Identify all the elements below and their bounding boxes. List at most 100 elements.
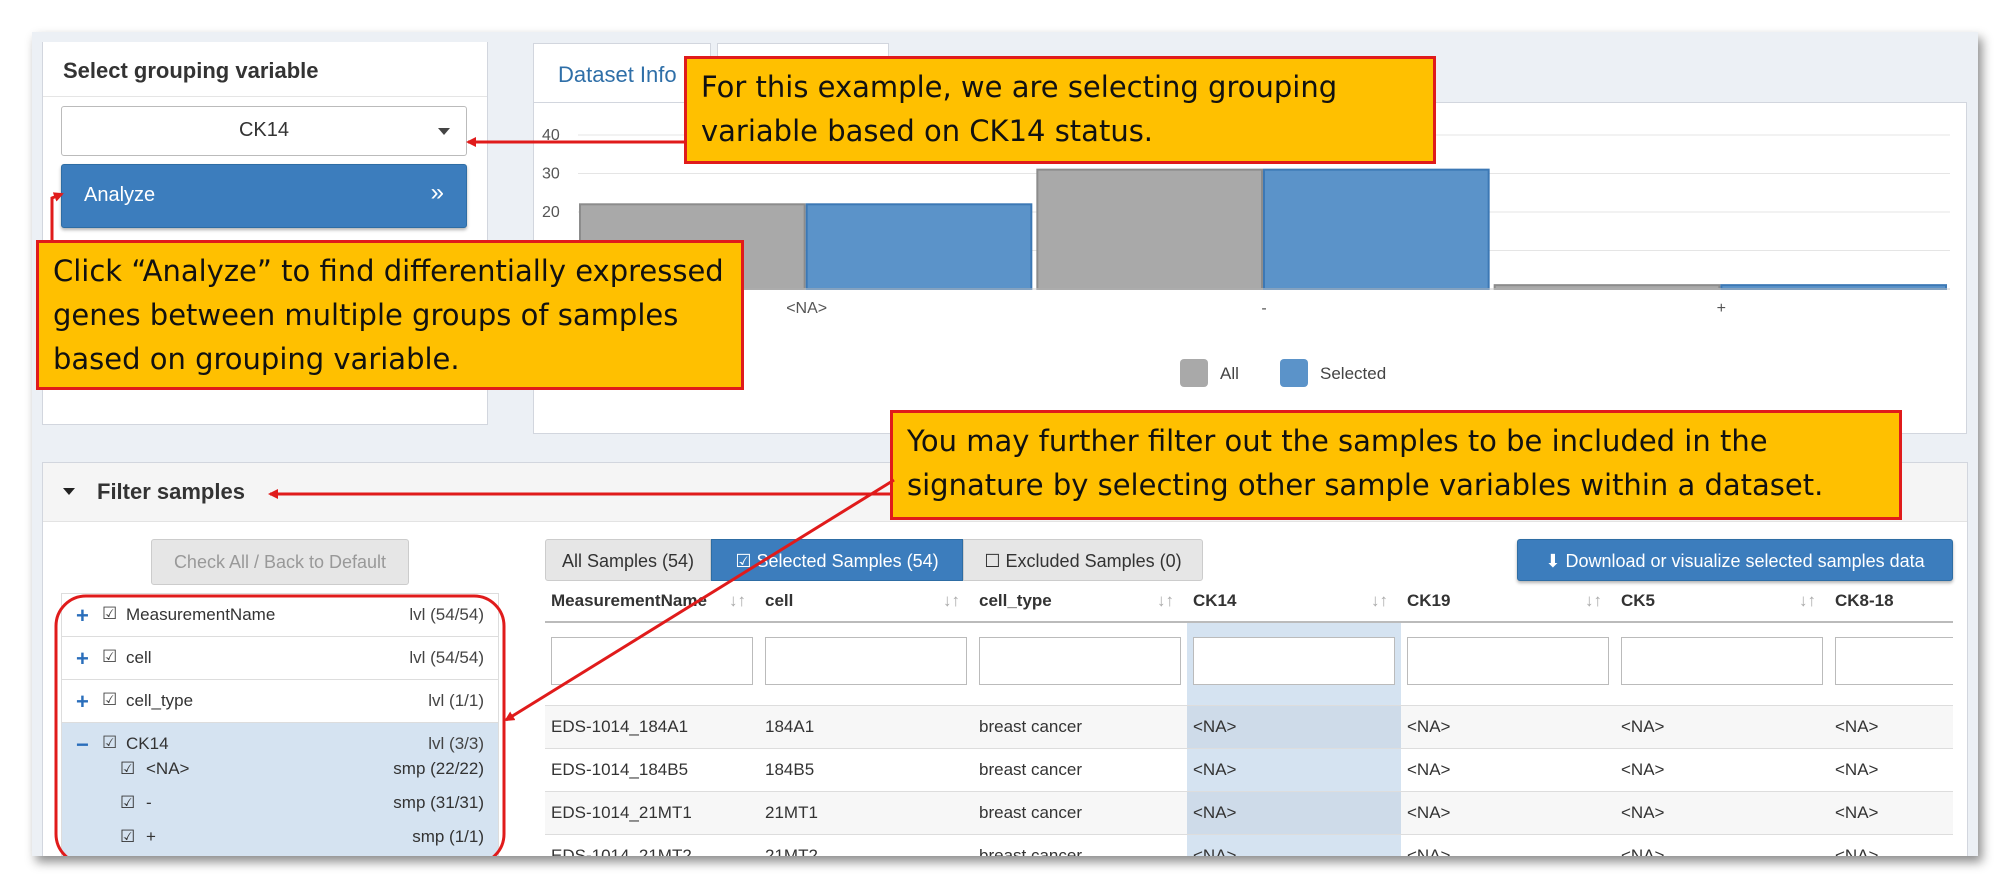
variable-count: lvl (3/3) (428, 734, 484, 753)
checkbox-checked-icon[interactable]: ☑ (120, 827, 135, 846)
table-cell: <NA> (1835, 803, 1879, 822)
table-row[interactable] (545, 834, 1953, 856)
checkbox-checked-icon[interactable]: ☑ (102, 690, 117, 710)
sort-icon[interactable]: ↓↑ (943, 591, 960, 611)
column-header[interactable]: MeasurementName (551, 591, 707, 611)
sort-icon[interactable]: ↓↑ (1799, 591, 1816, 611)
level-count: smp (1/1) (412, 827, 484, 846)
analyze-label: Analyze (84, 184, 156, 206)
grouping-select[interactable]: CK14 (61, 106, 467, 156)
column-filter-input[interactable] (1835, 637, 1953, 685)
checkbox-checked-icon[interactable]: ☑ (120, 759, 135, 778)
column-filter-input[interactable] (765, 637, 967, 685)
variable-name: CK14 (126, 734, 169, 753)
table-cell: <NA> (1621, 846, 1665, 856)
column-header[interactable]: cell_type (979, 591, 1052, 611)
table-cell: EDS-1014_21MT1 (551, 803, 692, 822)
table-cell: EDS-1014_184B5 (551, 760, 689, 779)
grouping-title: Select grouping variable (63, 58, 319, 83)
column-filter-input[interactable] (979, 637, 1181, 685)
checkbox-checked-icon[interactable]: ☑ (120, 793, 135, 812)
bar-selected-1 (1263, 168, 1490, 290)
tab-all-samples-label: All Samples (54) (561, 551, 695, 571)
check-all-button[interactable]: Check All / Back to Default (151, 539, 409, 585)
level-count: smp (22/22) (393, 759, 484, 778)
table-cell: 184B5 (765, 760, 815, 779)
table-cell: breast cancer (979, 846, 1082, 856)
tree-row-cell[interactable]: + ☑ cell lvl (54/54) (62, 637, 498, 680)
table-cell: <NA> (1835, 717, 1879, 736)
table-cell: <NA> (1621, 803, 1665, 822)
expand-icon[interactable]: + (76, 689, 89, 715)
table-cell: breast cancer (979, 760, 1082, 779)
variable-name: MeasurementName (126, 605, 276, 624)
column-header[interactable]: CK8-18 (1835, 591, 1894, 611)
tab-all-samples[interactable]: All Samples (54) (545, 539, 711, 581)
sort-icon[interactable]: ↓↑ (1371, 591, 1388, 611)
bar-selected-2 (1720, 284, 1948, 290)
column-header[interactable]: CK14 (1193, 591, 1236, 611)
analyze-button[interactable]: Analyze » (61, 164, 467, 228)
tab-selected-samples-label: ☑ Selected Samples (54) (735, 551, 939, 571)
checkbox-checked-icon[interactable]: ☑ (102, 733, 117, 753)
column-filter-input[interactable] (1621, 637, 1823, 685)
x-tick-label: <NA> (786, 300, 827, 317)
table-cell: <NA> (1621, 717, 1665, 736)
table-cell: breast cancer (979, 803, 1082, 822)
download-button[interactable]: ⬇ Download or visualize selected samples… (1517, 539, 1953, 581)
table-cell: <NA> (1835, 760, 1879, 779)
column-header[interactable]: CK5 (1621, 591, 1655, 611)
table-cell: <NA> (1621, 760, 1665, 779)
table-cell: <NA> (1407, 717, 1451, 736)
checkbox-checked-icon[interactable]: ☑ (102, 647, 117, 667)
table-row[interactable] (545, 791, 1953, 835)
column-header[interactable]: cell (765, 591, 793, 611)
sort-icon[interactable]: ↓↑ (729, 591, 746, 611)
table-row[interactable] (545, 705, 1953, 749)
table-cell: EDS-1014_184A1 (551, 717, 689, 736)
checkbox-checked-icon[interactable]: ☑ (102, 604, 117, 624)
level-row-plus[interactable]: ☑ + smp (1/1) (120, 827, 484, 847)
table-row[interactable] (545, 748, 1953, 792)
level-row-minus[interactable]: ☑ - smp (31/31) (120, 793, 484, 813)
level-name: + (145, 827, 156, 846)
tree-row-measurementname[interactable]: + ☑ MeasurementName lvl (54/54) (62, 594, 498, 637)
variable-name: cell (126, 648, 152, 667)
sort-icon[interactable]: ↓↑ (1157, 591, 1174, 611)
column-filter-input[interactable] (1193, 637, 1395, 685)
tab-excluded-samples-label: ☐ Excluded Samples (0) (984, 551, 1182, 571)
table-cell: breast cancer (979, 717, 1082, 736)
app-window: Select grouping variable CK14 Analyze » … (32, 32, 1978, 856)
table-cell: <NA> (1193, 803, 1237, 822)
column-filter-input[interactable] (1407, 637, 1609, 685)
column-filter-input[interactable] (551, 637, 753, 685)
legend-label-all: All (1220, 364, 1239, 383)
sort-icon[interactable]: ↓↑ (1585, 591, 1602, 611)
samples-table: MeasurementName ↓↑ cell ↓↑ cell_type ↓↑ CK14 ↓↑… (545, 581, 1953, 856)
level-count: smp (31/31) (393, 793, 484, 812)
check-all-label: Check All / Back to Default (173, 552, 387, 572)
expand-icon[interactable]: + (76, 603, 89, 629)
tab-dataset-info: Dataset Info (558, 62, 677, 87)
table-cell: <NA> (1835, 846, 1879, 856)
table-cell: 21MT1 (765, 803, 818, 822)
download-label: ⬇ Download or visualize selected samples… (1545, 551, 1925, 571)
x-tick-label: - (1261, 300, 1266, 317)
variable-name: cell_type (126, 691, 194, 710)
level-row-na[interactable]: ☑ <NA> smp (22/22) (120, 759, 484, 779)
bar-all-1 (1036, 168, 1264, 290)
tree-row-cell-type[interactable]: + ☑ cell_type lvl (1/1) (62, 680, 498, 723)
table-cell: <NA> (1407, 846, 1451, 856)
legend-swatch-selected (1280, 359, 1308, 387)
expand-icon[interactable]: + (76, 646, 89, 672)
divider (43, 96, 487, 97)
column-header[interactable]: CK19 (1407, 591, 1450, 611)
legend-label-selected: Selected (1320, 364, 1386, 383)
x-tick-label: + (1717, 300, 1726, 317)
collapse-icon[interactable]: − (76, 732, 89, 758)
tab-excluded-samples[interactable]: ☐ Excluded Samples (0) (963, 539, 1203, 581)
tab-selected-samples[interactable]: ☑ Selected Samples (54) (711, 539, 963, 581)
tree-row-ck14[interactable]: − ☑ CK14 lvl (3/3) ☑ <NA> smp (22/22) ☑ … (62, 723, 498, 856)
table-cell: <NA> (1407, 760, 1451, 779)
caret-down-icon (63, 488, 75, 495)
